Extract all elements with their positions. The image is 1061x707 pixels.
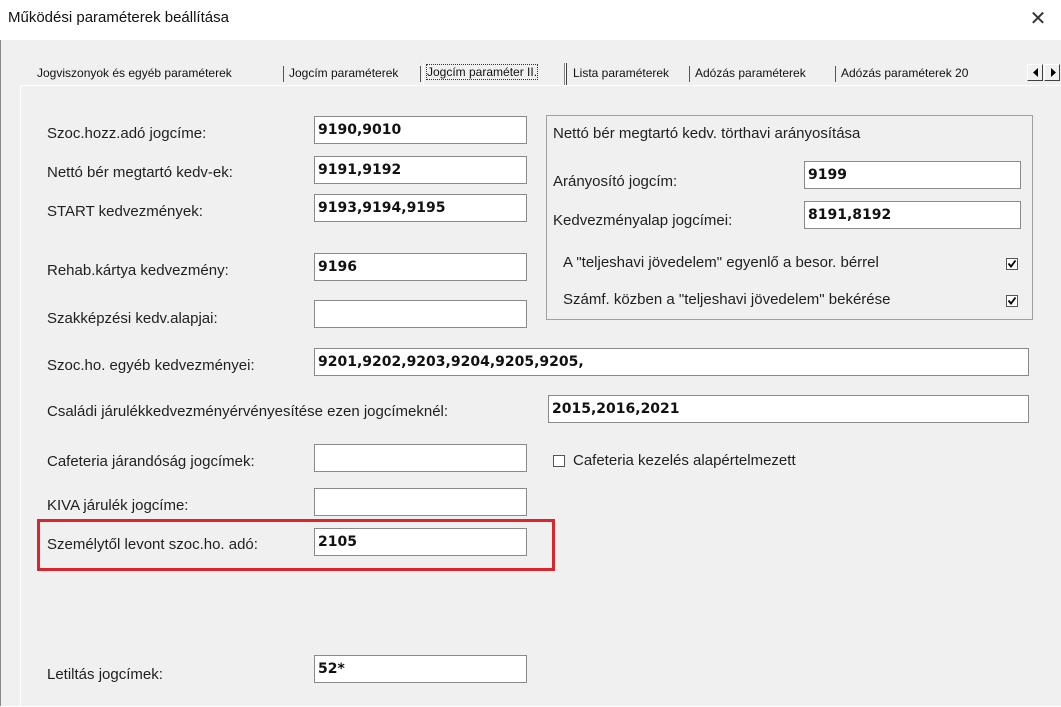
cafeteria-label: Cafeteria járandóság jogcímek: [47,453,255,470]
start-field[interactable]: 9193,9194,9195 [314,194,527,222]
tab-separator [420,66,421,82]
kiva-label: KIVA járulék jogcíme: [47,497,189,514]
szamf-kozben-checkbox[interactable] [1006,295,1018,307]
szakkepzesi-label: Szakképzési kedv.alapjai: [47,310,218,327]
tab-strip: Jogviszonyok és egyéb paraméterek Jogcím… [34,63,1026,85]
highlight-frame [37,519,555,571]
aranyosito-label: Arányosító jogcím: [553,173,678,190]
start-label: START kedvezmények: [47,203,203,220]
kedvezmenyalap-label: Kedvezményalap jogcímei: [553,212,733,229]
tab-separator [283,66,284,82]
tab-jogviszonyok[interactable]: Jogviszonyok és egyéb paraméterek [34,63,283,84]
cafeteria-default-label: Cafeteria kezelés alapértelmezett [573,452,796,469]
tab-adozas-parameterek[interactable]: Adózás paraméterek [692,63,835,84]
szocho-egyeb-field[interactable]: 9201,9202,9203,9204,9205,9205, [314,348,1029,376]
letiltas-field[interactable]: 52* [314,655,527,683]
kedvezmenyalap-field[interactable]: 8191,8192 [804,201,1021,229]
tab-separator [689,66,690,82]
checkmark-icon [1007,259,1017,268]
tab-jogcim-parameter-ii[interactable]: Jogcím paraméter II. [423,63,566,85]
netto-ber-field[interactable]: 9191,9192 [314,156,527,184]
tab-scroll-arrows [1027,64,1061,82]
window-title: Működési paraméterek beállítása [8,9,229,26]
szocho-egyeb-label: Szoc.ho. egyéb kedvezményei: [47,357,255,374]
szoc-hozz-ado-label: Szoc.hozz.adó jogcíme: [47,125,207,142]
cafeteria-field[interactable] [314,444,527,472]
kiva-field[interactable] [314,488,527,516]
close-icon[interactable]: ✕ [1025,6,1051,32]
letiltas-label: Letiltás jogcímek: [47,666,163,683]
checkmark-icon [1007,296,1017,305]
netto-ber-label: Nettó bér megtartó kedv-ek: [47,164,233,181]
csaladi-field[interactable]: 2015,2016,2021 [548,395,1029,423]
scroll-left-icon[interactable] [1027,64,1043,81]
title-bar: Működési paraméterek beállítása ✕ [0,0,1061,40]
cafeteria-default-checkbox[interactable] [553,455,565,467]
tab-lista-parameterek[interactable]: Lista paraméterek [570,63,689,84]
szoc-hozz-ado-field[interactable]: 9190,9010 [314,116,527,144]
szakkepzesi-field[interactable] [314,300,527,328]
rehab-label: Rehab.kártya kedvezmény: [47,262,229,279]
teljeshavi-besor-checkbox[interactable] [1006,258,1018,270]
rehab-field[interactable]: 9196 [314,253,527,281]
tab-adozas-parameterek-20[interactable]: Adózás paraméterek 20 [838,63,1026,84]
left-border [0,40,1,706]
teljeshavi-besor-label: A "teljeshavi jövedelem" egyenlő a besor… [563,254,879,271]
scroll-right-icon[interactable] [1044,64,1060,81]
aranyosito-field[interactable]: 9199 [804,161,1021,189]
tab-label: Jogcím paraméter II. [425,64,539,80]
csaladi-label: Családi járulékkedvezményérvényesítése e… [47,403,449,420]
szamf-kozben-label: Számf. közben a "teljeshavi jövedelem" b… [563,291,891,308]
tab-separator [835,66,836,82]
group-title: Nettó bér megtartó kedv. törthavi arányo… [553,125,861,142]
tab-jogcim-parameterek[interactable]: Jogcím paraméterek [286,63,420,84]
